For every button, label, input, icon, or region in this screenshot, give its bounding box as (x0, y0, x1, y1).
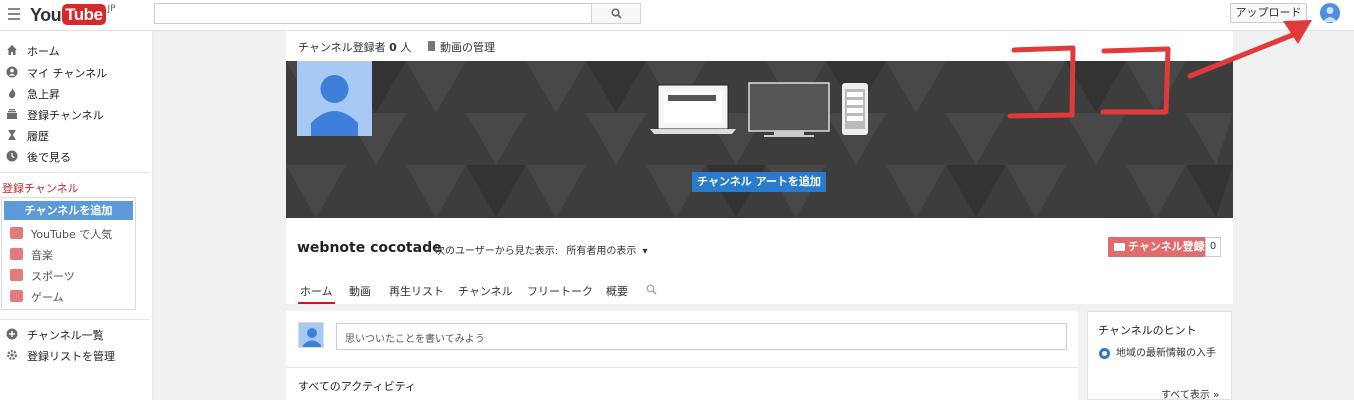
sidebar-item-label: 音楽 (31, 249, 53, 262)
activity-divider (286, 367, 1078, 368)
subscriber-count-label: チャンネル登録者 (298, 41, 386, 54)
subscriptions-list: チャンネルを追加 YouTube で人気 音楽 スポーツ ゲーム (1, 197, 136, 310)
subscribe-count: 0 (1205, 237, 1221, 257)
sidebar-item-label: スポーツ (31, 270, 75, 283)
sidebar-item-trending[interactable]: 急上昇 (0, 83, 150, 103)
subscribe-button[interactable]: チャンネル登録 (1108, 237, 1205, 257)
person-icon (6, 66, 18, 78)
plus-circle-icon (6, 328, 18, 340)
channel-banner: チャンネル アートを追加 (286, 61, 1233, 218)
trophy-icon (10, 269, 23, 281)
guide-sidebar: ホーム マイ チャンネル 急上昇 登録チャンネル 履歴 後で見る 登録チャンネル… (0, 31, 153, 400)
sidebar-item-home[interactable]: ホーム (0, 40, 150, 60)
person-icon (303, 328, 321, 347)
search-icon (610, 8, 622, 19)
search-icon[interactable] (646, 284, 657, 295)
post-input[interactable]: 思いついたことを書いてみよう (336, 323, 1067, 350)
sidebar-item-label: 後で見る (27, 151, 71, 164)
channel-name[interactable]: webnote cocotade (297, 240, 442, 256)
logo-region: JP (107, 4, 116, 14)
sidebar-item-label: チャンネル一覧 (27, 329, 104, 342)
home-icon (7, 45, 17, 55)
youtube-icon (1114, 243, 1125, 251)
activity-panel: 思いついたことを書いてみよう すべてのアクティビティ (286, 311, 1078, 400)
sidebar-item-label: ゲーム (31, 291, 64, 304)
channel-header: チャンネル登録者 0 人 動画の管理 チャンネル アートを追加 webnote … (286, 31, 1233, 304)
subscribe-label: チャンネル登録 (1128, 240, 1205, 253)
view-as-label: 次のユーザーから見た表示: (435, 246, 559, 257)
sidebar-item-popular[interactable]: YouTube で人気 (2, 223, 135, 243)
sidebar-item-gaming[interactable]: ゲーム (2, 286, 135, 306)
subscriber-count-unit: 人 (400, 41, 412, 54)
logo-tube-text: Tube (62, 4, 106, 25)
subscriber-count-value: 0 (389, 41, 397, 54)
tip-item[interactable]: 地域の最新情報の入手 (1116, 347, 1216, 360)
add-channel-button[interactable]: チャンネルを追加 (4, 201, 133, 220)
clock-icon (6, 150, 18, 162)
logo-you-text: You (30, 5, 62, 25)
channel-topbar: チャンネル登録者 0 人 動画の管理 (286, 31, 1233, 61)
masthead: You Tube JP アップロード (0, 0, 1354, 31)
activity-heading: すべてのアクティビティ (298, 380, 416, 393)
channel-avatar[interactable] (297, 61, 372, 136)
flame-icon (9, 88, 16, 98)
subscriber-count: チャンネル登録者 0 人 (298, 39, 411, 55)
sidebar-item-history[interactable]: 履歴 (0, 125, 150, 145)
search-input[interactable] (154, 3, 592, 24)
sidebar-item-subscriptions[interactable]: 登録チャンネル (0, 104, 150, 124)
sidebar-item-label: 登録チャンネル (27, 109, 104, 122)
youtube-icon (10, 227, 23, 239)
sidebar-item-manage-subscriptions[interactable]: 登録リストを管理 (0, 345, 150, 365)
view-as-value: 所有者用の表示 (566, 246, 637, 257)
subscriptions-icon (7, 109, 17, 119)
channel-tips-heading: チャンネルのヒント (1098, 324, 1197, 337)
hourglass-icon (428, 41, 435, 51)
sidebar-item-sports[interactable]: スポーツ (2, 265, 135, 285)
sidebar-divider (0, 319, 150, 320)
tab-discussion[interactable]: フリートーク (527, 283, 593, 304)
sidebar-item-label: YouTube で人気 (31, 228, 113, 241)
person-icon (311, 75, 358, 136)
tip-radio[interactable] (1099, 348, 1110, 359)
sidebar-item-label: 登録リストを管理 (27, 350, 115, 363)
tab-videos[interactable]: 動画 (349, 283, 371, 304)
sidebar-item-label: 急上昇 (27, 88, 60, 101)
tab-home[interactable]: ホーム (298, 283, 335, 304)
hourglass-icon (8, 130, 16, 140)
sidebar-item-music[interactable]: 音楽 (2, 244, 135, 264)
youtube-logo[interactable]: You Tube JP (30, 4, 116, 26)
upload-button[interactable]: アップロード (1230, 3, 1307, 23)
gamepad-icon (10, 290, 23, 302)
person-icon (1323, 7, 1337, 22)
channel-tips-panel: チャンネルのヒント 地域の最新情報の入手 すべて表示 » (1087, 311, 1232, 400)
sidebar-item-label: 履歴 (27, 130, 49, 143)
view-as-selector[interactable]: 次のユーザーから見た表示: 所有者用の表示 ▾ (435, 242, 648, 257)
tab-about[interactable]: 概要 (606, 283, 628, 304)
headphones-icon (10, 248, 23, 260)
account-avatar[interactable] (1320, 3, 1340, 23)
gear-icon (7, 350, 17, 360)
sidebar-divider (0, 172, 150, 173)
avatar (298, 322, 324, 348)
video-manager-link[interactable]: 動画の管理 (440, 39, 495, 55)
chevron-down-icon: ▾ (642, 246, 648, 257)
see-all-link[interactable]: すべて表示 » (1161, 386, 1219, 400)
sidebar-item-watch-later[interactable]: 後で見る (0, 146, 150, 166)
tab-channels[interactable]: チャンネル (458, 283, 513, 304)
subscriptions-heading[interactable]: 登録チャンネル (2, 180, 79, 196)
sidebar-item-my-channel[interactable]: マイ チャンネル (0, 62, 150, 82)
devices-illustration (650, 82, 868, 137)
sidebar-item-label: マイ チャンネル (27, 67, 108, 80)
tab-playlists[interactable]: 再生リスト (389, 283, 444, 304)
menu-icon[interactable] (8, 8, 20, 20)
sidebar-item-browse-channels[interactable]: チャンネル一覧 (0, 324, 150, 344)
search-button[interactable] (591, 3, 641, 24)
sidebar-item-label: ホーム (27, 45, 60, 58)
add-channel-art-button[interactable]: チャンネル アートを追加 (692, 172, 826, 192)
